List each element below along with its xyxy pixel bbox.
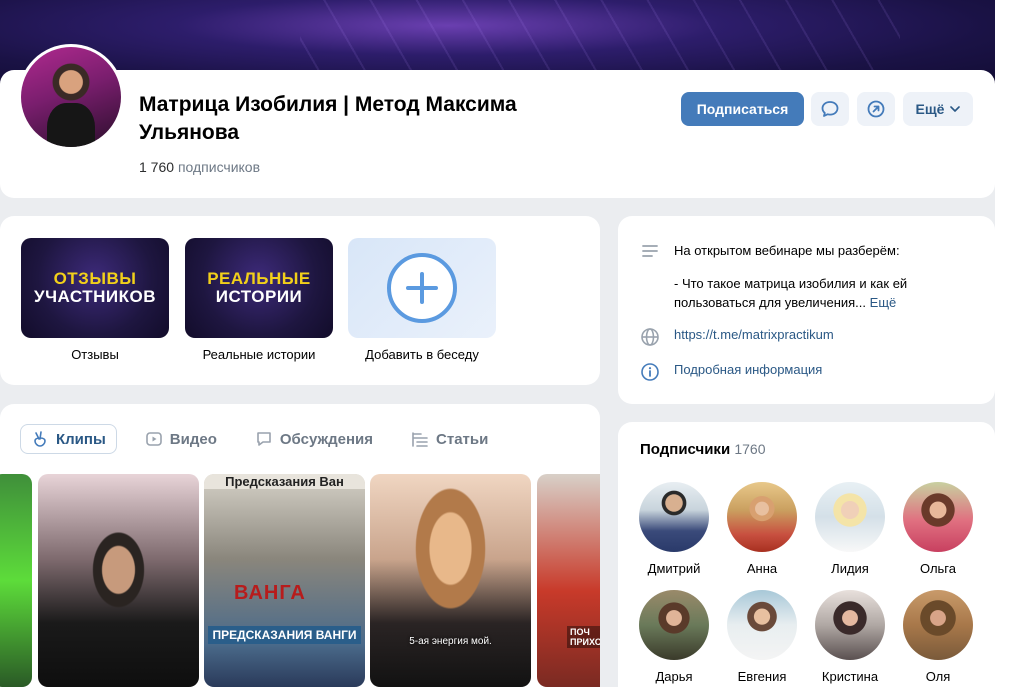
group-avatar[interactable] — [18, 44, 124, 150]
chat-thumbnail: ОТЗЫВЫ УЧАСТНИКОВ — [21, 238, 169, 338]
member-item[interactable]: Анна — [718, 482, 806, 576]
avatar — [727, 590, 797, 660]
clip-headline: Предсказания Ван — [204, 474, 365, 489]
share-button[interactable] — [857, 92, 895, 126]
page-right-edge — [995, 0, 1024, 687]
message-button[interactable] — [811, 92, 849, 126]
subscribers-label: подписчиков — [177, 159, 261, 175]
avatar — [639, 590, 709, 660]
info-icon — [641, 363, 659, 381]
avatar — [727, 482, 797, 552]
articles-icon — [412, 432, 428, 447]
member-name: Дмитрий — [647, 561, 701, 576]
clip-item[interactable]: ПОЧ ПРИХО — [537, 474, 600, 687]
member-name: Дарья — [655, 669, 693, 684]
avatar-image — [21, 47, 121, 147]
members-title-label: Подписчики — [640, 441, 731, 458]
clip-item[interactable]: 5-ая энергия мой. — [370, 474, 531, 687]
member-item[interactable]: Дарья — [630, 590, 718, 684]
member-name: Оля — [925, 669, 951, 684]
tab-clips[interactable]: Клипы — [20, 424, 117, 454]
member-name: Анна — [746, 561, 778, 576]
avatar — [815, 482, 885, 552]
member-item[interactable]: Ольга — [894, 482, 982, 576]
subscribe-button[interactable]: Подписаться — [681, 92, 804, 126]
clip-title: ВАНГА — [234, 582, 306, 604]
member-name: Ольга — [919, 561, 956, 576]
plus-icon — [387, 253, 457, 323]
chat-thumbnail: РЕАЛЬНЫЕ ИСТОРИИ — [185, 238, 333, 338]
tab-label: Обсуждения — [279, 430, 374, 448]
video-icon — [145, 432, 162, 446]
chevron-down-icon — [950, 106, 961, 112]
clip-caption: ПОЧ ПРИХО — [567, 626, 600, 648]
add-chat-thumbnail — [348, 238, 496, 338]
clips-carousel: Предсказания Ван ВАНГА ПРЕДСКАЗАНИЯ ВАНГ… — [0, 474, 600, 687]
tab-label: Статьи — [436, 430, 489, 448]
discussion-icon — [257, 432, 271, 446]
chat-tile-add[interactable]: Добавить в беседу — [348, 238, 496, 362]
avatar — [815, 590, 885, 660]
avatar — [903, 482, 973, 552]
member-item[interactable]: Лидия — [806, 482, 894, 576]
chat-label: Реальные истории — [202, 347, 316, 362]
member-name: Лидия — [831, 561, 869, 576]
more-label: Ещё — [915, 101, 945, 117]
member-name: Евгения — [737, 669, 787, 684]
tab-label: Клипы — [56, 430, 106, 448]
share-icon — [867, 100, 885, 118]
description-more-link[interactable]: Ещё — [870, 295, 897, 310]
avatar — [903, 590, 973, 660]
members-title[interactable]: Подписчики 1760 — [640, 441, 766, 458]
thumb-line-2: ИСТОРИИ — [215, 287, 303, 306]
details-link[interactable]: Подробная информация — [674, 362, 822, 377]
member-item[interactable]: Евгения — [718, 590, 806, 684]
clip-caption: 5-ая энергия мой. — [409, 636, 492, 647]
description-icon — [642, 245, 658, 257]
chat-tile-stories[interactable]: РЕАЛЬНЫЕ ИСТОРИИ Реальные истории — [185, 238, 333, 362]
member-item[interactable]: Кристина — [806, 590, 894, 684]
thumb-line-1: ОТЗЫВЫ — [53, 269, 137, 288]
description-line-2: - Что такое матрица изобилия и как ей по… — [674, 276, 908, 310]
external-link[interactable]: https://t.me/matrixpractikum — [674, 327, 834, 342]
message-icon — [821, 101, 839, 117]
tab-label: Видео — [169, 430, 217, 448]
chat-label: Добавить в беседу — [365, 347, 479, 362]
chat-label: Отзывы — [71, 347, 119, 362]
description-line-1: На открытом вебинаре мы разберём: — [674, 243, 900, 258]
thumb-line-1: РЕАЛЬНЫЕ — [207, 269, 311, 288]
globe-icon — [641, 328, 659, 346]
tab-articles[interactable]: Статьи — [401, 424, 498, 454]
content-tabs: Клипы Видео Обсуждения Статьи — [20, 424, 498, 454]
subscribers-count: 1 760 — [139, 159, 175, 175]
avatar — [639, 482, 709, 552]
description-row: На открытом вебинаре мы разберём: - Что … — [640, 241, 964, 312]
more-button[interactable]: Ещё — [903, 92, 973, 126]
members-count: 1760 — [734, 441, 766, 457]
details-row: Подробная информация — [640, 362, 822, 382]
description-text: На открытом вебинаре мы разберём: - Что … — [674, 241, 964, 312]
chat-tile-reviews[interactable]: ОТЗЫВЫ УЧАСТНИКОВ Отзывы — [21, 238, 169, 362]
member-item[interactable]: Дмитрий — [630, 482, 718, 576]
member-name: Кристина — [821, 669, 879, 684]
tab-discussions[interactable]: Обсуждения — [245, 424, 383, 454]
clip-item[interactable] — [0, 474, 32, 687]
page-title: Матрица Изобилия | Метод Максима Ульянов… — [139, 93, 517, 144]
link-row: https://t.me/matrixpractikum — [640, 327, 834, 347]
tab-video[interactable]: Видео — [135, 424, 227, 454]
clip-banner: ПРЕДСКАЗАНИЯ ВАНГИ — [208, 626, 361, 644]
clip-item[interactable]: Предсказания Ван ВАНГА ПРЕДСКАЗАНИЯ ВАНГ… — [204, 474, 365, 687]
subscribers-summary[interactable]: 1 760 подписчиков — [139, 159, 260, 175]
clip-item[interactable] — [38, 474, 199, 687]
thumb-line-2: УЧАСТНИКОВ — [34, 287, 156, 306]
member-item[interactable]: Оля — [894, 590, 982, 684]
clip-icon — [34, 431, 46, 447]
